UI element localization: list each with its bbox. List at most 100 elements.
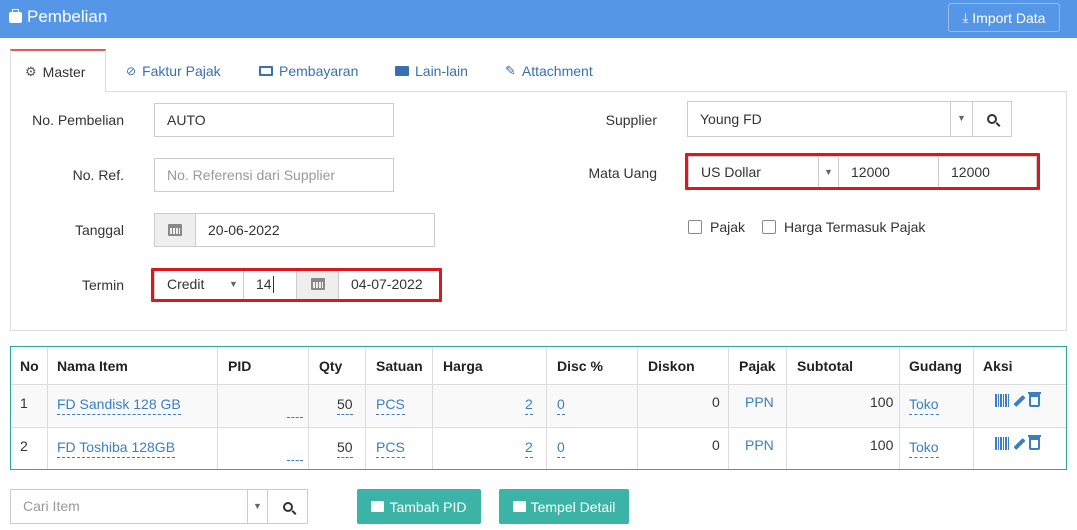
row-2-disc[interactable]: 0: [557, 439, 565, 458]
col-header-subtotal: Subtotal: [797, 357, 853, 374]
supplier-select[interactable]: Young FD: [687, 101, 973, 137]
calendar-icon: [168, 224, 182, 236]
tab-faktur-pajak-label: Faktur Pajak: [142, 62, 221, 79]
row-2-pajak[interactable]: PPN: [745, 437, 774, 453]
pajak-checkbox-label: Pajak: [710, 219, 746, 235]
tempel-detail-label: Tempel Detail: [530, 498, 616, 515]
row-2-diskon: 0: [712, 437, 720, 453]
tab-faktur-pajak[interactable]: ⊘ Faktur Pajak: [126, 49, 221, 92]
row-1-diskon: 0: [712, 394, 720, 410]
row-2-subtotal: 100: [870, 437, 894, 453]
trash-icon[interactable]: [1028, 392, 1041, 407]
money-icon: [259, 65, 273, 76]
col-header-harga: Harga: [443, 357, 483, 374]
trash-icon[interactable]: [1028, 435, 1041, 450]
no-pembelian-label: No. Pembelian: [32, 112, 124, 128]
col-divider: [217, 347, 218, 469]
col-divider: [637, 347, 638, 469]
import-data-label: Import Data: [972, 9, 1046, 26]
tempel-detail-button[interactable]: Tempel Detail: [499, 489, 629, 524]
row-1-harga[interactable]: 2: [525, 396, 533, 415]
cari-item-divider: [247, 490, 248, 523]
briefcase-icon: [9, 8, 22, 23]
row-1-pid[interactable]: __: [287, 399, 303, 418]
harga-termasuk-pajak-checkbox[interactable]: [762, 220, 776, 234]
row-2-pid[interactable]: __: [287, 442, 303, 461]
supplier-value: Young FD: [700, 111, 762, 127]
tab-master-label: Master: [42, 63, 86, 80]
barcode-icon: [371, 501, 385, 512]
row-1-actions: [995, 392, 1041, 407]
tab-attachment[interactable]: ✎ Attachment: [505, 49, 593, 92]
row-1-disc[interactable]: 0: [557, 396, 565, 415]
row-2-qty[interactable]: 50: [337, 439, 353, 458]
supplier-divider: [950, 102, 951, 136]
col-divider: [365, 347, 366, 469]
row-2-nama-item[interactable]: FD Toshiba 128GB: [57, 439, 176, 458]
col-header-disc: Disc %: [557, 357, 603, 374]
table-divider: [11, 384, 1066, 385]
row-1-qty[interactable]: 50: [337, 396, 353, 415]
tab-pembayaran[interactable]: Pembayaran: [259, 49, 358, 92]
download-icon: ⤓: [962, 9, 969, 25]
row-2-no: 2: [20, 438, 28, 454]
import-data-button[interactable]: ⤓ Import Data: [948, 3, 1060, 32]
col-divider: [308, 347, 309, 469]
mata-uang-highlight-box: [685, 153, 1040, 190]
row-1-pajak[interactable]: PPN: [745, 394, 774, 410]
row-1-no: 1: [20, 395, 28, 411]
col-header-pajak: Pajak: [739, 357, 776, 374]
tanggal-input[interactable]: 20-06-2022: [195, 213, 435, 247]
col-header-satuan: Satuan: [376, 357, 423, 374]
edit-icon[interactable]: [1013, 394, 1026, 407]
edit-icon[interactable]: [1013, 437, 1026, 450]
col-divider: [47, 347, 48, 469]
gears-icon: ⚙: [25, 63, 37, 79]
item-table: No Nama Item PID Qty Satuan Harga Disc %…: [10, 346, 1067, 470]
tab-lain-lain[interactable]: Lain-lain: [395, 49, 468, 92]
col-header-nama-item: Nama Item: [57, 357, 128, 374]
barcode-icon[interactable]: [995, 394, 1010, 407]
supplier-search-button[interactable]: [972, 101, 1012, 137]
paperclip-icon: ✎: [505, 62, 516, 78]
cari-item-search-button[interactable]: [267, 489, 308, 524]
check-circle-icon: ⊘: [126, 63, 137, 78]
row-2-harga[interactable]: 2: [525, 439, 533, 458]
termin-label: Termin: [81, 277, 124, 293]
paste-icon: [512, 501, 526, 512]
row-1-satuan[interactable]: PCS: [376, 396, 405, 415]
col-divider: [546, 347, 547, 469]
barcode-icon[interactable]: [995, 437, 1010, 450]
row-1-gudang[interactable]: Toko: [909, 396, 939, 415]
tab-master[interactable]: ⚙ Master: [10, 49, 106, 92]
search-icon: [282, 501, 293, 512]
col-header-pid: PID: [228, 357, 252, 374]
page-header: Pembelian ⤓ Import Data: [0, 0, 1077, 38]
truck-icon: [395, 65, 409, 76]
row-2-satuan[interactable]: PCS: [376, 439, 405, 458]
no-ref-input[interactable]: No. Referensi dari Supplier: [154, 158, 394, 192]
col-header-qty: Qty: [319, 357, 343, 374]
search-icon: [987, 114, 997, 124]
tanggal-label: Tanggal: [74, 222, 124, 238]
termin-highlight-box: [151, 268, 442, 302]
page-title: Pembelian: [9, 7, 107, 27]
chevron-down-icon: ▼: [253, 501, 262, 511]
tambah-pid-button[interactable]: Tambah PID: [357, 489, 481, 524]
row-2-gudang[interactable]: Toko: [909, 439, 939, 458]
col-divider: [728, 347, 729, 469]
col-header-diskon: Diskon: [648, 357, 695, 374]
supplier-label: Supplier: [605, 112, 657, 128]
cari-item-select[interactable]: Cari Item: [10, 489, 268, 524]
table-divider: [11, 427, 1066, 428]
tab-pembayaran-label: Pembayaran: [279, 62, 359, 79]
tanggal-calendar-button[interactable]: [154, 213, 196, 247]
no-pembelian-input[interactable]: AUTO: [154, 103, 394, 137]
col-header-gudang: Gudang: [909, 357, 962, 374]
harga-termasuk-pajak-label: Harga Termasuk Pajak: [784, 219, 926, 235]
cari-item-placeholder: Cari Item: [23, 498, 80, 514]
pajak-checkbox[interactable]: [688, 220, 702, 234]
row-1-nama-item[interactable]: FD Sandisk 128 GB: [57, 396, 181, 415]
col-divider: [432, 347, 433, 469]
col-header-no: No: [20, 357, 39, 374]
